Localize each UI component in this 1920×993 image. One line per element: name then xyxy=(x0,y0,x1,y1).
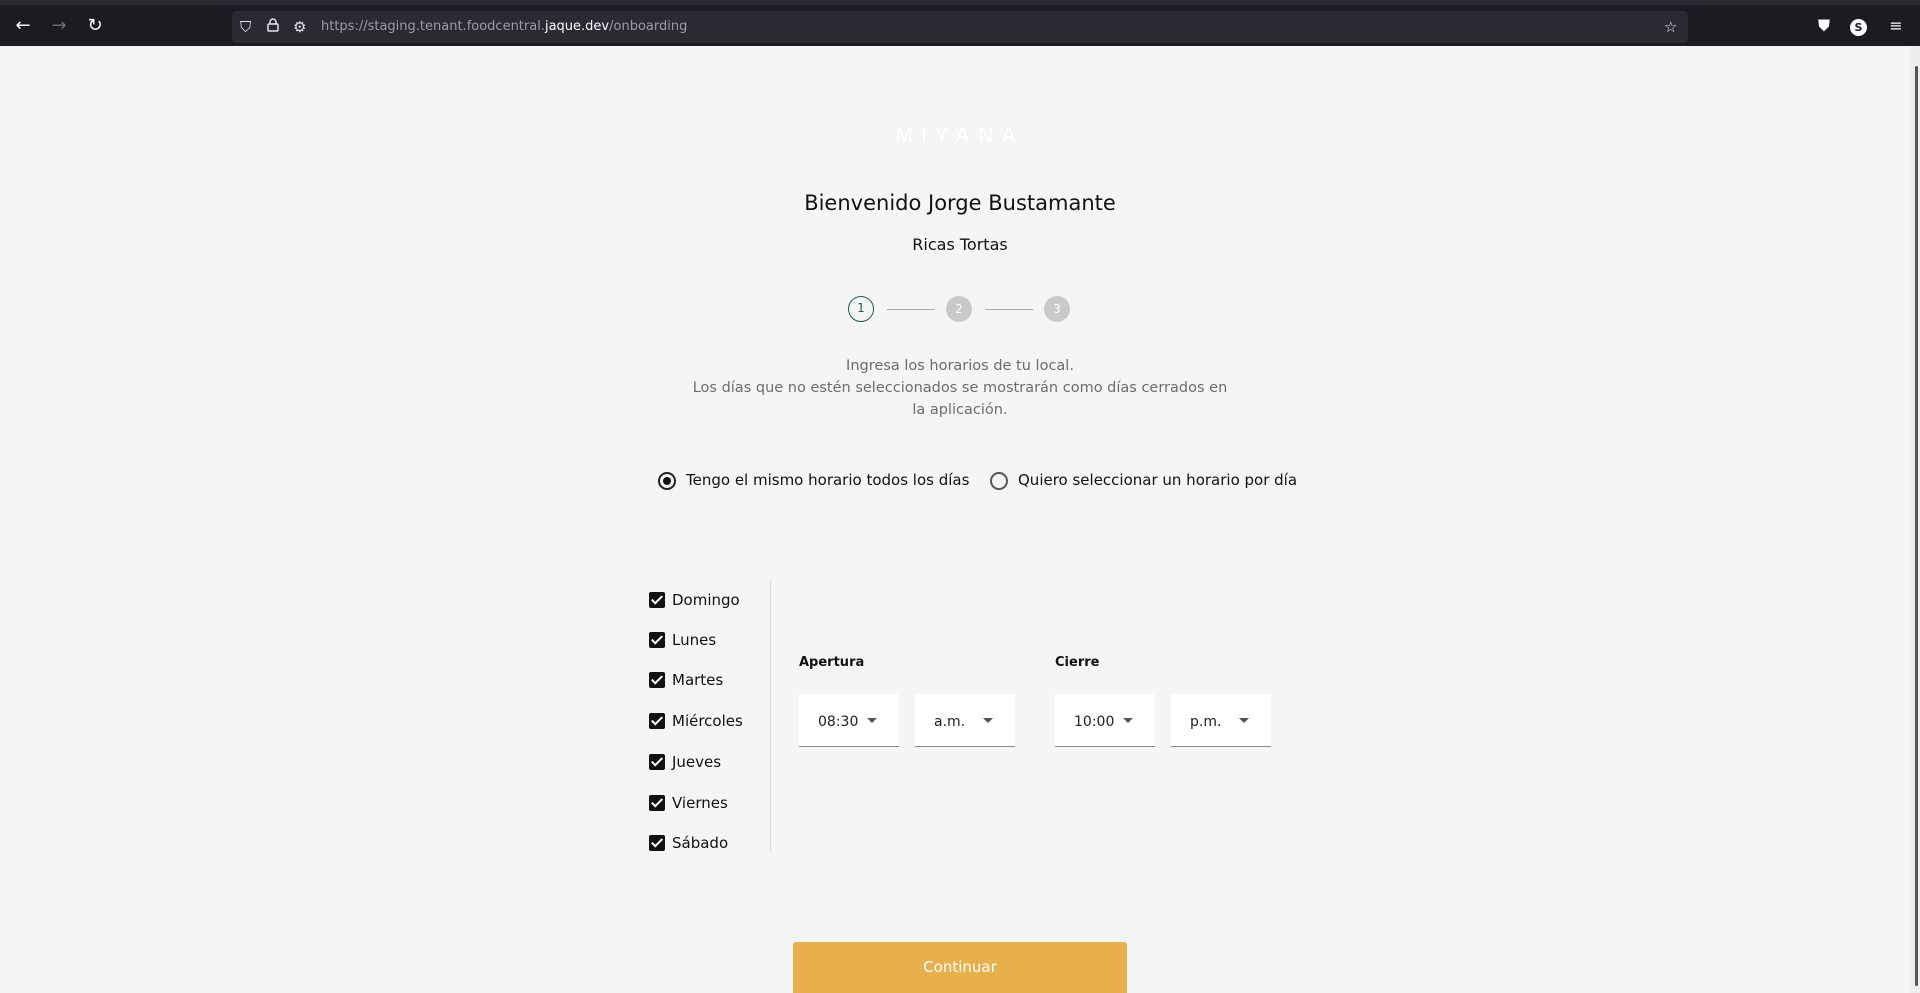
chevron-down-icon xyxy=(983,718,993,723)
chevron-down-icon xyxy=(1239,718,1249,723)
page-scrollbar[interactable] xyxy=(1910,46,1920,993)
brand-logo: MIYANA xyxy=(895,124,1025,147)
checkbox-checked-icon[interactable] xyxy=(649,713,665,729)
bookmark-star-icon[interactable]: ☆ xyxy=(1664,16,1677,38)
closing-period-select[interactable]: p.m. xyxy=(1171,694,1271,747)
menu-icon[interactable]: ≡ xyxy=(1884,14,1908,38)
radio-selected-icon[interactable] xyxy=(658,472,676,490)
step-2: 2 xyxy=(946,296,972,322)
address-bar[interactable]: ⛉ ⚙ https://staging.tenant.foodcentral.j… xyxy=(232,11,1688,43)
page-title: Bienvenido Jorge Bustamante xyxy=(804,191,1116,215)
continue-button[interactable]: Continuar xyxy=(793,942,1127,993)
instructions: Ingresa los horarios de tu local. Los dí… xyxy=(690,355,1230,421)
closing-label: Cierre xyxy=(1055,655,1100,670)
forward-icon[interactable]: → xyxy=(46,13,72,39)
lock-icon[interactable] xyxy=(267,16,279,38)
browser-toolbar: ← → ↻ ⛉ ⚙ https://staging.tenant.foodcen… xyxy=(0,0,1920,46)
onboarding-stepper: 1 2 3 xyxy=(848,296,1072,324)
instructions-line-2: Los días que no estén seleccionados se m… xyxy=(692,380,1228,418)
reload-icon[interactable]: ↻ xyxy=(82,13,108,39)
step-connector xyxy=(985,309,1033,310)
pocket-icon[interactable]: ⛊ xyxy=(1812,14,1836,38)
checkbox-checked-icon[interactable] xyxy=(649,795,665,811)
radio-same-schedule[interactable]: Tengo el mismo horario todos los días xyxy=(658,471,969,495)
checkbox-checked-icon[interactable] xyxy=(649,592,665,608)
checkbox-checked-icon[interactable] xyxy=(649,632,665,648)
store-name: Ricas Tortas xyxy=(912,235,1008,254)
closing-time-select[interactable]: 10:00 xyxy=(1055,694,1155,747)
checkbox-checked-icon[interactable] xyxy=(649,754,665,770)
section-divider xyxy=(770,580,771,852)
instructions-line-1: Ingresa los horarios de tu local. xyxy=(846,358,1074,374)
step-connector xyxy=(887,309,935,310)
checkbox-checked-icon[interactable] xyxy=(649,672,665,688)
opening-period-select[interactable]: a.m. xyxy=(915,694,1015,747)
url-text[interactable]: https://staging.tenant.foodcentral.jaque… xyxy=(321,19,687,34)
radio-unselected-icon[interactable] xyxy=(990,472,1008,490)
step-3: 3 xyxy=(1044,296,1070,322)
checkbox-checked-icon[interactable] xyxy=(649,835,665,851)
back-icon[interactable]: ← xyxy=(10,13,36,39)
shield-icon[interactable]: ⛉ xyxy=(240,16,251,38)
account-avatar[interactable]: S xyxy=(1850,19,1867,36)
chevron-down-icon xyxy=(1123,718,1133,723)
opening-time-select[interactable]: 08:30 xyxy=(799,694,899,747)
permissions-icon[interactable]: ⚙ xyxy=(293,16,306,38)
opening-label: Apertura xyxy=(799,655,865,670)
radio-per-day-schedule[interactable]: Quiero seleccionar un horario por día xyxy=(990,471,1297,495)
chevron-down-icon xyxy=(867,718,877,723)
step-1: 1 xyxy=(848,296,874,322)
